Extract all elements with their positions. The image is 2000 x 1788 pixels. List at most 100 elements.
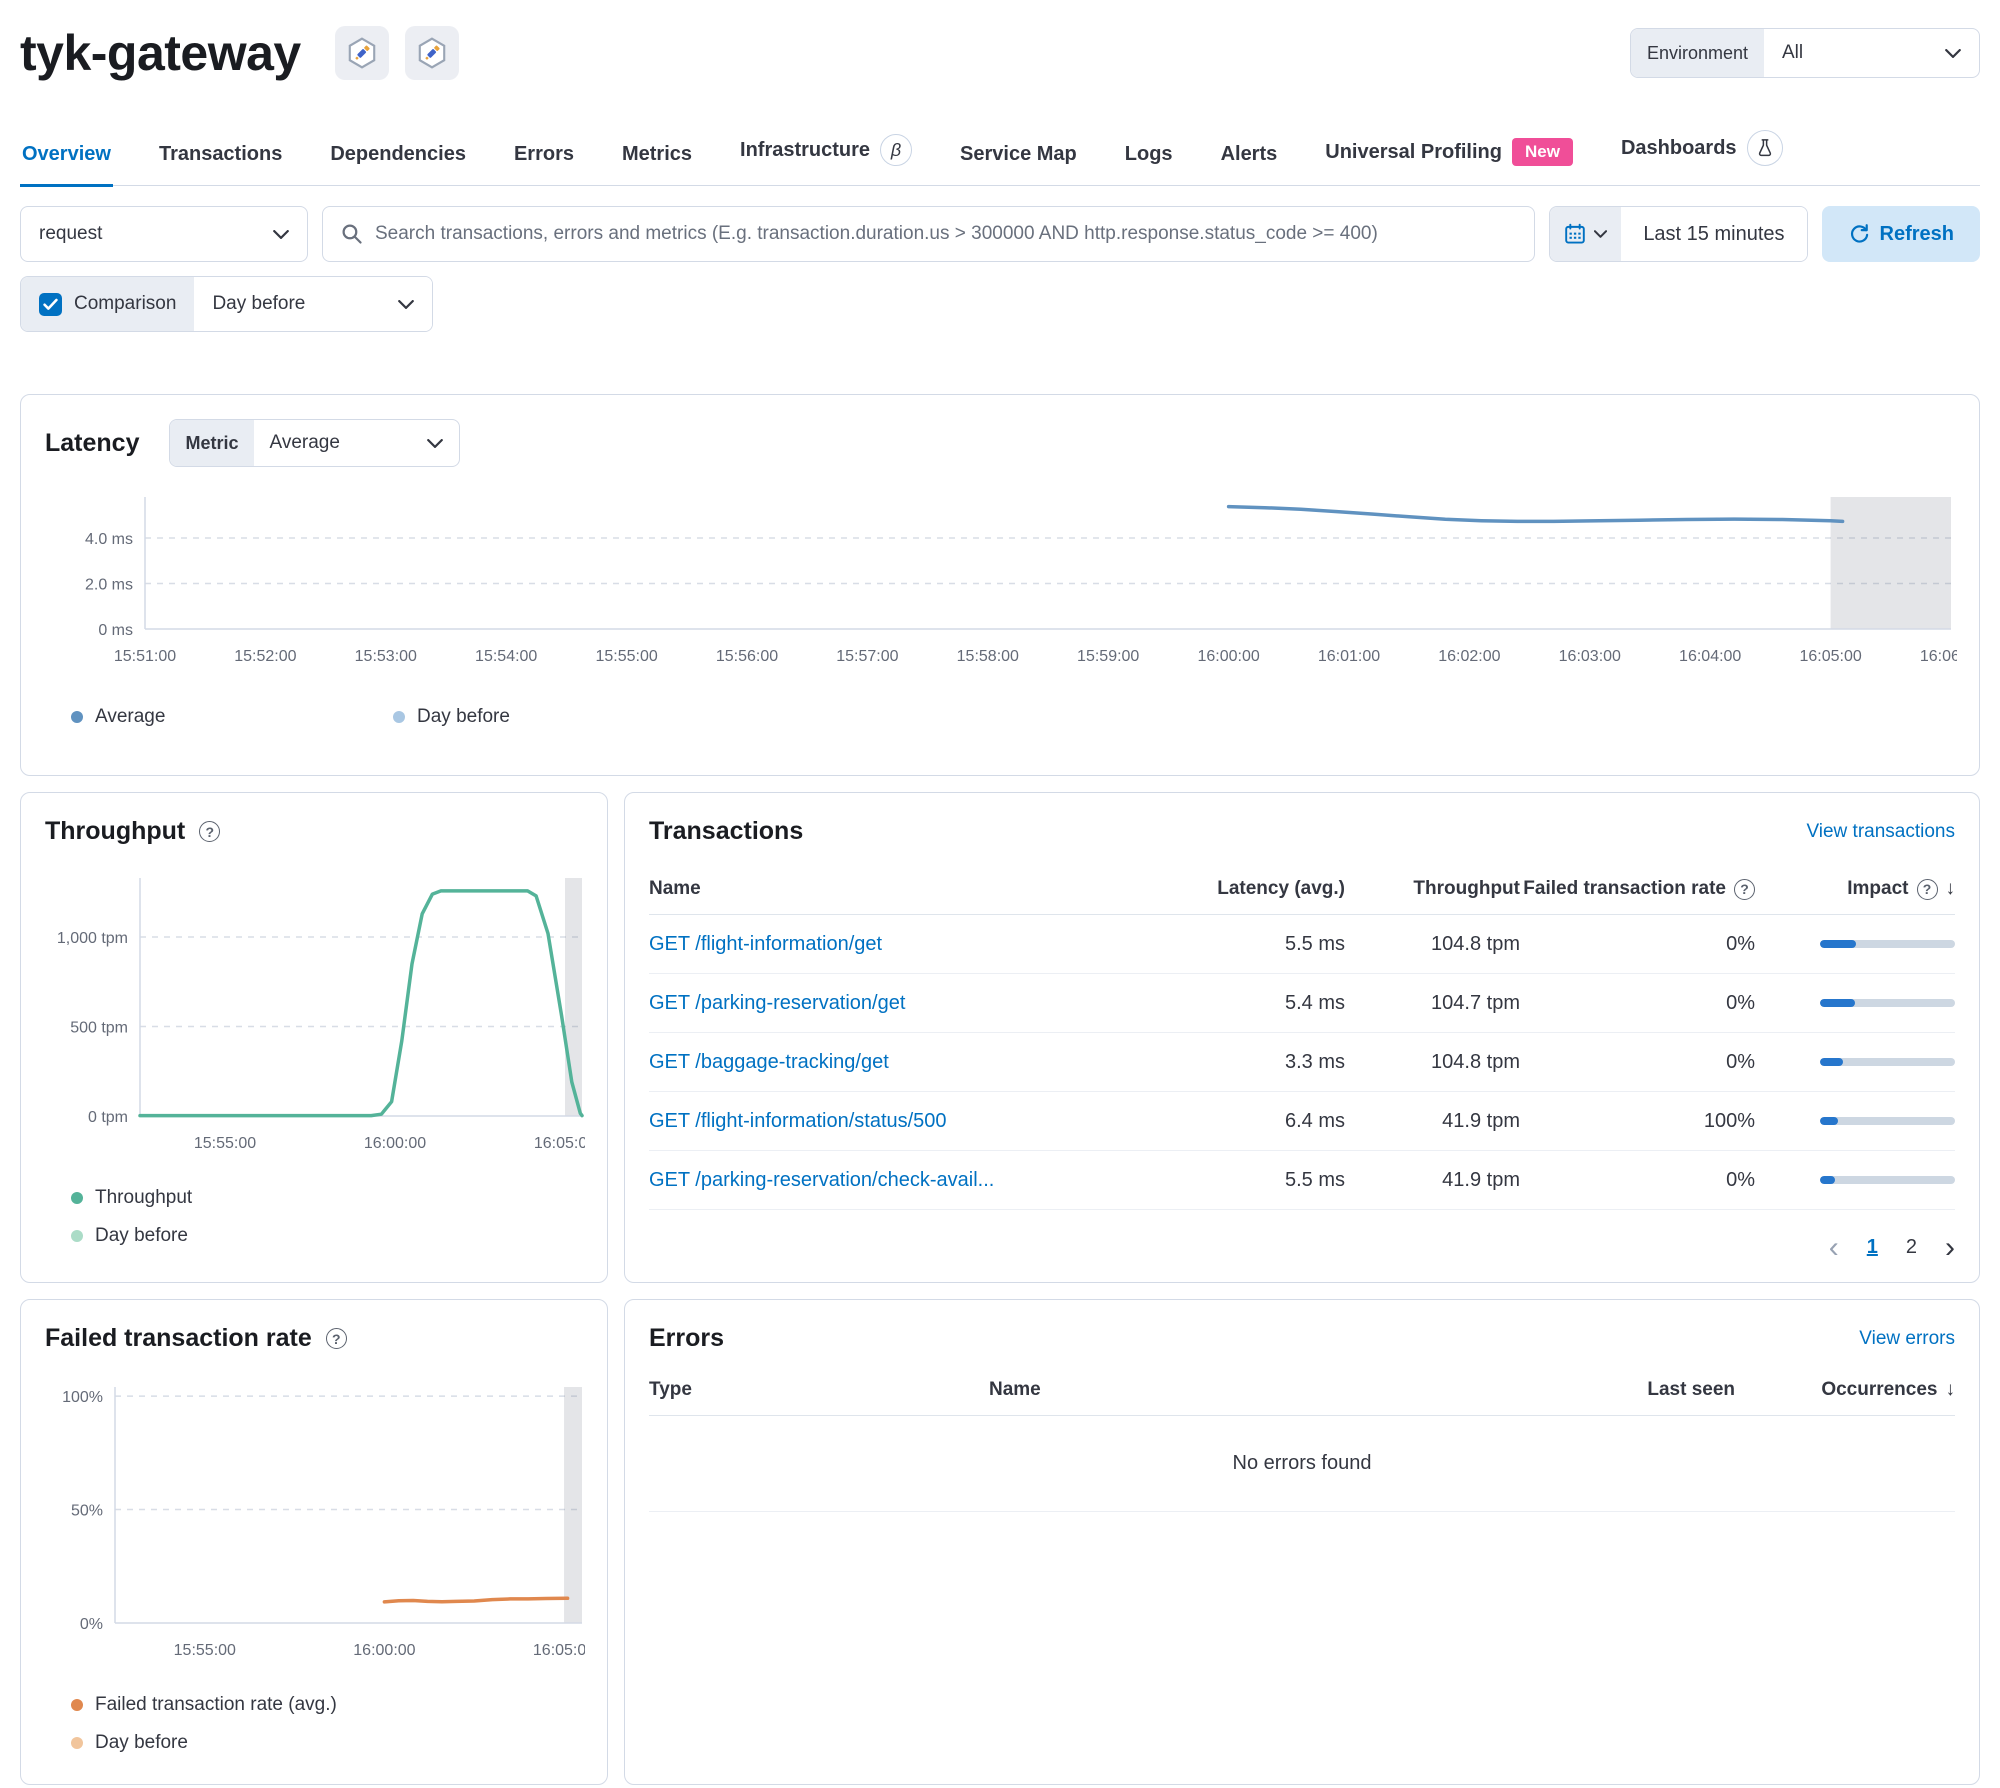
failed-rate-panel-help-icon[interactable]: ? [325, 1328, 347, 1349]
svg-text:15:56:00: 15:56:00 [716, 648, 778, 665]
table-row: GET /baggage-tracking/get 3.3 ms 104.8 tpm… [649, 1033, 1955, 1092]
latency-value: 5.4 ms [1284, 991, 1345, 1014]
environment-label: Environment [1630, 29, 1764, 77]
column-error-name: Name [989, 1379, 1041, 1400]
search-box [322, 206, 1536, 262]
transactions-panel: Transactions View transactions Name Late… [624, 792, 1980, 1283]
comparison-select[interactable]: Day before [194, 277, 433, 331]
transaction-link[interactable]: GET /flight-information/status/500 [649, 1110, 947, 1133]
agent-hexagon-badge[interactable] [404, 26, 459, 80]
chevron-down-icon [398, 299, 415, 309]
view-transactions-link[interactable]: View transactions [1806, 821, 1955, 843]
comparison-checkbox[interactable] [39, 292, 62, 316]
tab-dashboards[interactable]: Dashboards [1619, 124, 1785, 187]
table-row: GET /flight-information/status/500 6.4 ms… [649, 1092, 1955, 1151]
svg-text:16:05:00: 16:05:00 [533, 1642, 585, 1659]
latency-value: 5.5 ms [1284, 932, 1345, 955]
prev-page-icon[interactable]: ‹ [1829, 1232, 1839, 1262]
query-type-select[interactable]: request [20, 206, 308, 262]
tab-overview[interactable]: Overview [20, 137, 113, 187]
search-input[interactable] [375, 223, 1517, 245]
next-page-icon[interactable]: › [1945, 1232, 1955, 1262]
latency-metric-select[interactable]: Metric Average [169, 419, 460, 467]
new-badge: New [1511, 138, 1573, 166]
svg-text:15:52:00: 15:52:00 [234, 648, 296, 665]
svg-text:2.0 ms: 2.0 ms [85, 576, 133, 593]
svg-text:1,000 tpm: 1,000 tpm [57, 930, 128, 947]
throughput-value: 41.9 tpm [1442, 1109, 1520, 1132]
filter-bar: request Search transactions, errors and … [20, 206, 1980, 262]
legend-item[interactable]: Day before [71, 1225, 583, 1247]
tab-transactions[interactable]: Transactions [157, 137, 284, 187]
svg-text:100%: 100% [62, 1389, 103, 1406]
comparison-value: Day before [212, 293, 306, 314]
tab-metrics[interactable]: Metrics [620, 137, 694, 187]
legend-dot-icon [71, 711, 83, 723]
legend-item[interactable]: Day before [393, 706, 715, 728]
tab-logs[interactable]: Logs [1123, 137, 1175, 187]
tab-alerts[interactable]: Alerts [1219, 137, 1280, 187]
column-occurrences[interactable]: Occurrences ↓ [1735, 1379, 1955, 1401]
transactions-table: Name Latency (avg.) Throughput Failed tr… [649, 868, 1955, 1210]
transaction-link[interactable]: GET /parking-reservation/check-avail... [649, 1169, 994, 1192]
view-errors-link[interactable]: View errors [1859, 1328, 1955, 1350]
column-impact[interactable]: Impact ? ↓ [1755, 878, 1955, 900]
impact-help-icon[interactable]: ? [1916, 878, 1938, 900]
latency-panel-title: Latency [45, 428, 140, 457]
failed-rate-value: 0% [1726, 991, 1755, 1014]
svg-text:0%: 0% [80, 1616, 103, 1633]
agent-hexagon-badge[interactable] [334, 26, 389, 80]
query-type-value: request [39, 223, 103, 244]
column-latency: Latency (avg.) [1217, 878, 1345, 899]
errors-panel: Errors View errors Type Name Last seen O… [624, 1299, 1980, 1785]
date-picker-calendar-button[interactable] [1550, 207, 1622, 261]
transaction-link[interactable]: GET /parking-reservation/get [649, 992, 905, 1015]
search-icon [342, 224, 362, 244]
legend-item[interactable]: Throughput [71, 1187, 583, 1209]
legend-item[interactable]: Failed transaction rate (avg.) [71, 1694, 583, 1716]
column-type: Type [649, 1379, 692, 1400]
svg-text:16:00:00: 16:00:00 [364, 1135, 426, 1152]
comparison-toggle[interactable]: Comparison [21, 277, 195, 331]
failed-rate-value: 100% [1703, 1109, 1755, 1132]
legend-item[interactable]: Average [71, 706, 393, 728]
svg-text:15:54:00: 15:54:00 [475, 648, 537, 665]
failed-rate-chart: 0% 50% 100% 15:55:00 16:00:00 16:05:00 [45, 1375, 595, 1676]
refresh-button[interactable]: Refresh [1821, 206, 1980, 262]
legend-item[interactable]: Day before [71, 1732, 583, 1754]
svg-text:16:02:00: 16:02:00 [1438, 648, 1500, 665]
legend-dot-icon [71, 1230, 83, 1242]
checkmark-icon [43, 298, 58, 310]
time-range-button[interactable]: Last 15 minutes [1621, 207, 1807, 261]
failed-rate-help-icon[interactable]: ? [1734, 878, 1755, 900]
throughput-help-icon[interactable]: ? [199, 821, 221, 842]
transactions-pagination: ‹ 1 2 › [649, 1232, 1955, 1262]
tab-dependencies[interactable]: Dependencies [328, 137, 468, 187]
svg-text:16:04:00: 16:04:00 [1679, 648, 1741, 665]
failed-rate-legend: Failed transaction rate (avg.) Day before [71, 1694, 583, 1754]
tab-universal-profiling[interactable]: Universal Profiling New [1323, 132, 1575, 187]
agent-hexagon-icon [348, 37, 376, 69]
tab-infrastructure[interactable]: Infrastructure β [738, 128, 914, 187]
page-number-2[interactable]: 2 [1906, 1236, 1917, 1259]
page-number-1[interactable]: 1 [1867, 1236, 1878, 1259]
tab-errors[interactable]: Errors [512, 137, 576, 187]
metric-value: Average [269, 432, 340, 453]
throughput-value: 104.7 tpm [1431, 991, 1520, 1014]
column-failed-rate: Failed transaction rate ? [1520, 878, 1755, 900]
latency-panel: Latency Metric Average 0 ms 2.0 ms 4.0 ms 1… [20, 394, 1982, 776]
transaction-link[interactable]: GET /baggage-tracking/get [649, 1051, 889, 1074]
chevron-down-icon [273, 229, 289, 239]
sort-desc-icon: ↓ [1945, 1379, 1956, 1400]
environment-select[interactable]: Environment All [1629, 28, 1980, 78]
failed-rate-value: 0% [1726, 1168, 1755, 1191]
svg-text:50%: 50% [71, 1503, 103, 1520]
transactions-table-header: Name Latency (avg.) Throughput Failed tr… [649, 868, 1955, 915]
environment-value: All [1782, 42, 1804, 63]
impact-bar [1820, 940, 1955, 948]
impact-bar [1820, 999, 1955, 1007]
impact-bar [1820, 1058, 1955, 1066]
transaction-link[interactable]: GET /flight-information/get [649, 933, 882, 956]
tab-service-map[interactable]: Service Map [958, 137, 1079, 187]
svg-text:16:00:00: 16:00:00 [353, 1642, 415, 1659]
